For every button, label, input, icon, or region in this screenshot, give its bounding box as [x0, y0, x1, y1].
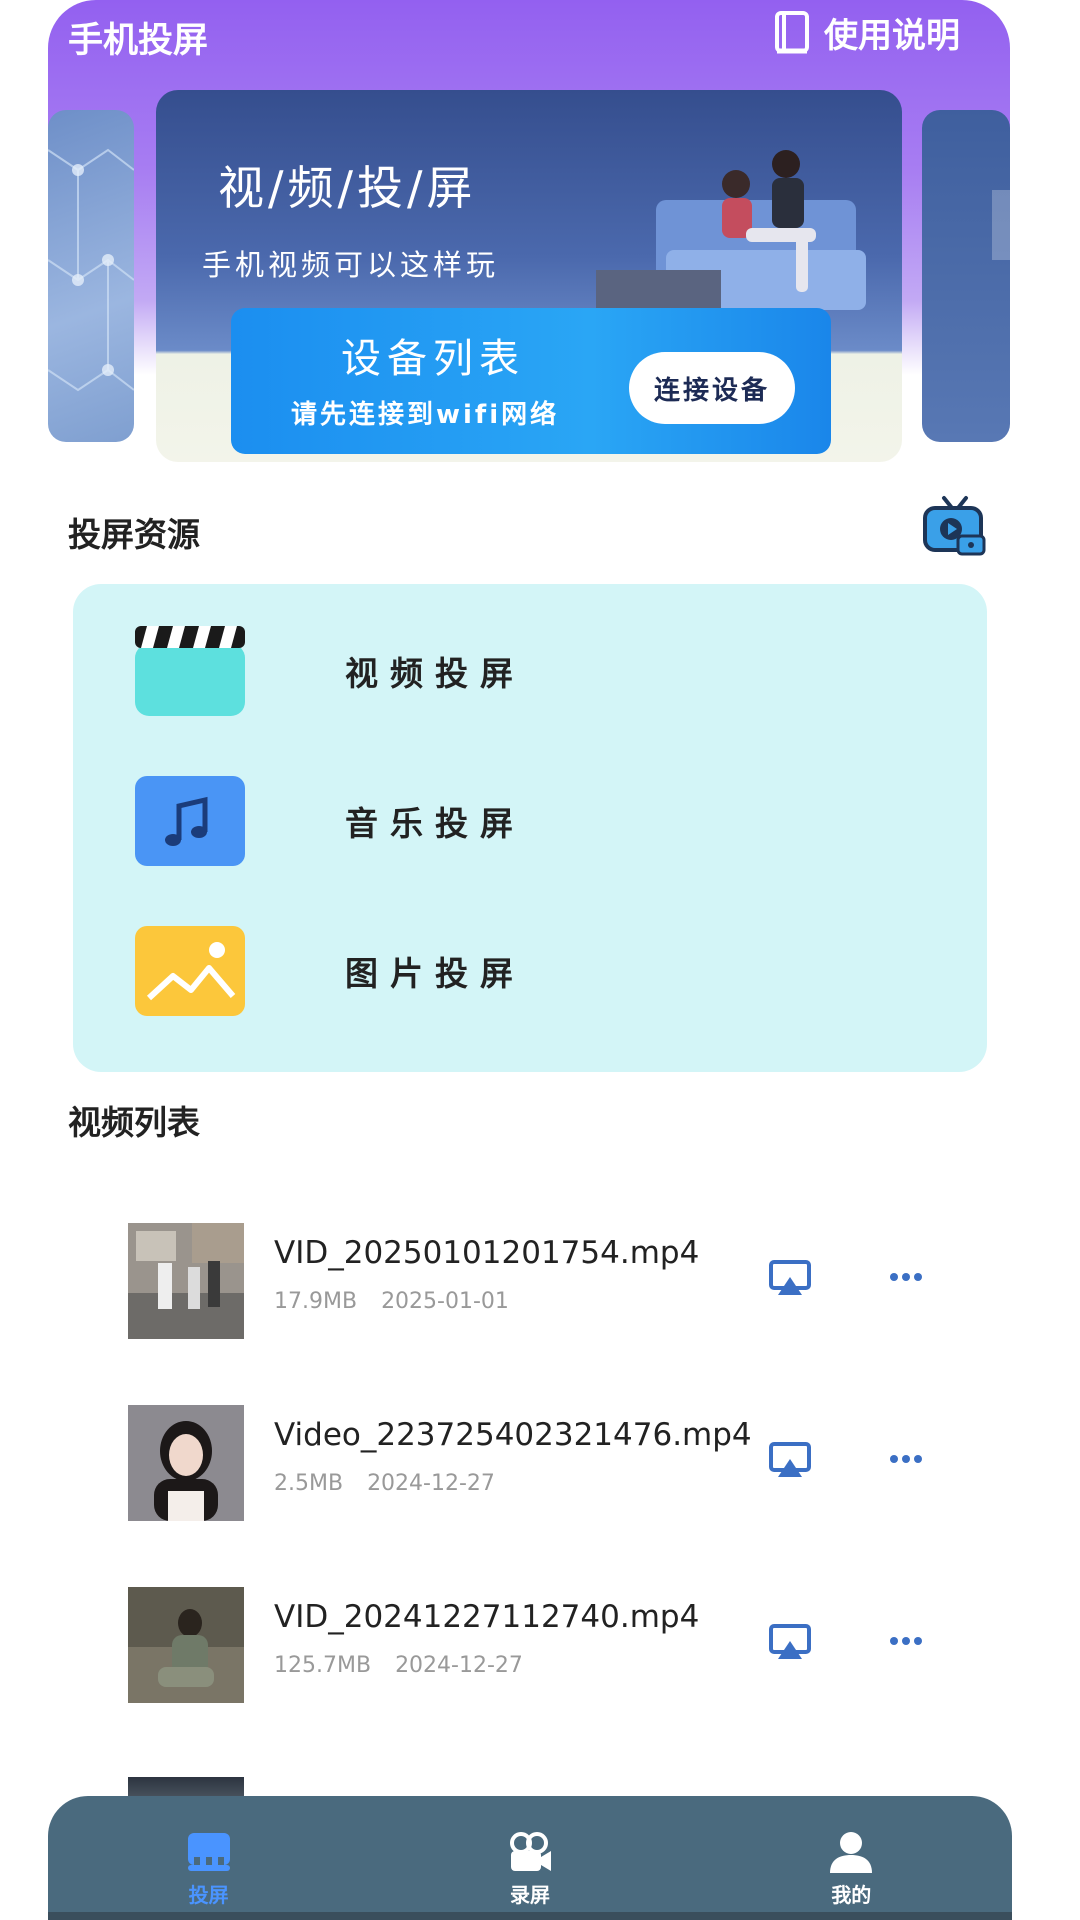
video-thumbnail [128, 1223, 244, 1339]
video-size: 2.5MB [274, 1471, 344, 1496]
device-list-subtitle: 请先连接到wifi网络 [291, 400, 560, 430]
resources-title: 投屏资源 [68, 515, 200, 554]
video-list-title: 视频列表 [68, 1103, 200, 1142]
main-banner[interactable]: 视/频/投/屏 手机视频可以这样玩 设备列表 请先连接到wifi网络 连接设备 [156, 90, 902, 462]
video-meta: 125.7MB 2024-12-27 [274, 1653, 523, 1678]
banner-subtitle: 手机视频可以这样玩 [202, 248, 500, 282]
next-banner-image [992, 190, 1010, 260]
video-name: VID_20250101201754.mp4 [274, 1235, 700, 1271]
video-list-item[interactable]: Video_223725402321476.mp4 2.5MB 2024-12-2… [128, 1405, 948, 1521]
user-icon [830, 1831, 873, 1873]
video-list-item[interactable]: VID_20250101201754.mp4 17.9MB 2025-01-01 [128, 1223, 948, 1339]
more-options-icon[interactable] [888, 1635, 924, 1647]
cast-screen-icon [187, 1832, 230, 1871]
airplay-cast-icon[interactable] [768, 1259, 812, 1299]
connect-device-button[interactable]: 连接设备 [629, 352, 795, 424]
nav-label-mine: 我的 [831, 1882, 872, 1907]
book-icon [775, 11, 809, 54]
music-cast-item[interactable]: 音乐投屏 [73, 766, 987, 876]
network-pattern-image [48, 148, 134, 392]
carousel-prev-card[interactable] [48, 110, 134, 442]
video-size: 125.7MB [274, 1653, 372, 1678]
image-cast-label: 图片投屏 [345, 954, 525, 993]
video-date: 2024-12-27 [395, 1653, 523, 1678]
manual-label: 使用说明 [824, 15, 960, 56]
video-date: 2025-01-01 [381, 1289, 509, 1314]
video-meta: 2.5MB 2024-12-27 [274, 1471, 495, 1496]
video-list-item[interactable]: VID_20241227112740.mp4 125.7MB 2024-12-27 [128, 1587, 948, 1703]
bottom-navigation: 投屏 录屏 我的 [48, 1796, 1012, 1920]
video-meta: 17.9MB 2025-01-01 [274, 1289, 509, 1314]
carousel-next-card[interactable] [922, 110, 1010, 442]
video-thumbnail [128, 1405, 244, 1521]
device-list-panel: 设备列表 请先连接到wifi网络 连接设备 [231, 308, 831, 454]
music-cast-label: 音乐投屏 [345, 804, 525, 843]
couple-sofa-illustration [596, 150, 866, 340]
home-indicator-bar [48, 1912, 1012, 1920]
resource-card: 视频投屏 音乐投屏 图片投屏 [73, 584, 987, 1072]
device-list-title: 设备列表 [341, 336, 525, 382]
nav-tab-mine[interactable]: 我的 [691, 1796, 1012, 1920]
airplay-cast-icon[interactable] [768, 1441, 812, 1481]
clapperboard-icon [133, 624, 247, 718]
more-options-icon[interactable] [888, 1271, 924, 1283]
manual-button[interactable]: 使用说明 [774, 10, 960, 56]
image-icon [133, 924, 247, 1018]
video-camera-icon [509, 1831, 551, 1871]
nav-tab-cast[interactable]: 投屏 [48, 1796, 369, 1920]
nav-label-record: 录屏 [509, 1882, 550, 1907]
airplay-cast-icon[interactable] [768, 1623, 812, 1663]
video-date: 2024-12-27 [367, 1471, 495, 1496]
music-note-icon [133, 774, 247, 868]
nav-label-cast: 投屏 [188, 1882, 229, 1907]
banner-title: 视/频/投/屏 [218, 161, 477, 215]
video-size: 17.9MB [274, 1289, 358, 1314]
video-name: VID_20241227112740.mp4 [274, 1599, 700, 1635]
video-thumbnail [128, 1587, 244, 1703]
more-options-icon[interactable] [888, 1453, 924, 1465]
image-cast-item[interactable]: 图片投屏 [73, 916, 987, 1026]
video-cast-label: 视频投屏 [345, 654, 525, 693]
app-title: 手机投屏 [68, 21, 209, 61]
video-cast-item[interactable]: 视频投屏 [73, 616, 987, 726]
video-name: Video_223725402321476.mp4 [274, 1417, 752, 1453]
tv-play-icon[interactable] [922, 494, 988, 558]
nav-tab-record[interactable]: 录屏 [369, 1796, 690, 1920]
